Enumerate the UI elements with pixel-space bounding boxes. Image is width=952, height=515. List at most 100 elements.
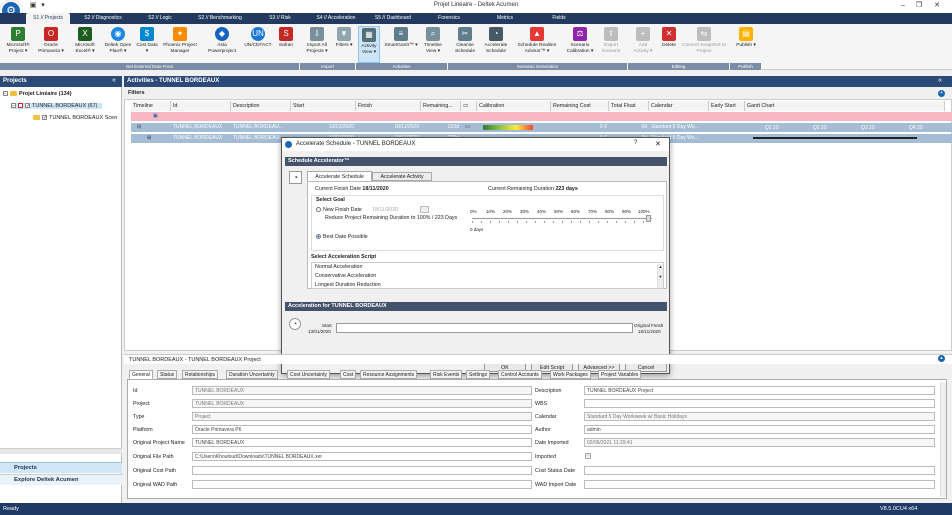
calendar-select[interactable]: Standard 5 Day Workweek w/ Basic Holiday… xyxy=(584,412,935,421)
checkbox-icon[interactable]: ✓ xyxy=(42,115,47,121)
new-finish-input[interactable]: 18/11/2020 xyxy=(372,207,398,213)
radio-selected-icon[interactable] xyxy=(316,234,321,240)
gantt-summary-bar[interactable] xyxy=(753,137,917,139)
publish-button[interactable]: ▤ Publish ▾ xyxy=(734,26,758,63)
wbs-field[interactable] xyxy=(584,399,935,408)
original-project-name-field[interactable]: TUNNEL BORDEAUX xyxy=(192,438,532,447)
open-plan-button[interactable]: ◉ Deltek Open Plan® ▾ xyxy=(102,26,134,63)
add-activity-button[interactable]: + Add Activity ▾ xyxy=(632,26,654,63)
original-file-path-field[interactable]: C:\Users\Khouloud\Downloads\TUNNEL BORDE… xyxy=(192,452,532,461)
col-gantt-chart[interactable]: Gantt Chart xyxy=(745,101,945,111)
tab-status[interactable]: Status xyxy=(157,370,178,379)
convert-snapshot-button[interactable]: ⇆ Convert Snapshot to Project xyxy=(682,26,726,63)
tab-accelerate-schedule[interactable]: Accelerate Schedule xyxy=(307,171,372,181)
tab-cost[interactable]: Cost xyxy=(340,370,357,379)
tab-general[interactable]: General xyxy=(129,370,153,379)
tab-metrics[interactable]: Metrics xyxy=(490,13,520,24)
tab-diagnostics[interactable]: S2 // Diagnostics xyxy=(78,13,128,24)
filters-bar[interactable]: Filters xyxy=(124,88,952,98)
author-field[interactable]: admin xyxy=(584,425,935,434)
tab-forensics[interactable]: Forensics xyxy=(432,13,466,24)
expand-icon[interactable]: − xyxy=(11,103,16,109)
cleanse-schedule-button[interactable]: ✂ Cleanse Schedule xyxy=(452,26,478,63)
tab-dashboard[interactable]: S5 // Dashboard xyxy=(368,13,418,24)
cost-status-date-field[interactable] xyxy=(584,466,935,475)
col-timeline[interactable]: Timeline xyxy=(131,101,171,111)
type-field[interactable]: Project xyxy=(192,412,532,421)
tree-item-projet-lineaire[interactable]: − Projet Linéaire (134) xyxy=(3,91,72,97)
col-remaining[interactable]: Remaining... xyxy=(421,101,461,111)
filters-button[interactable]: ▼ Filters ▾ xyxy=(334,26,354,63)
nav-projects[interactable]: Projects xyxy=(0,462,122,473)
original-cost-path-field[interactable] xyxy=(192,466,532,475)
scenario-calibration-button[interactable]: ⚖ Scenario Calibration ▾ xyxy=(563,26,597,63)
expand-icon[interactable]: ⊟ xyxy=(135,123,141,132)
tab-fields[interactable]: Fields xyxy=(547,13,571,24)
cost-data-button[interactable]: $ Cost Data ▾ xyxy=(136,26,158,63)
export-scenario-button[interactable]: ⇪ Export Scenario xyxy=(598,26,624,63)
radio-icon[interactable] xyxy=(316,207,321,213)
id-field[interactable]: TUNNEL BORDEAUX xyxy=(192,386,532,395)
details-scrollbar[interactable] xyxy=(940,382,946,497)
filter-row[interactable]: ▣ xyxy=(131,112,952,121)
imported-checkbox[interactable]: ✓ xyxy=(585,453,591,459)
smartgantt-button[interactable]: ≡ SmartGantt™ ▾ xyxy=(383,26,419,63)
tab-acceleration[interactable]: S4 // Acceleration xyxy=(308,13,364,24)
col-total-float[interactable]: Total Float xyxy=(609,101,649,111)
project-field[interactable]: TUNNEL BORDEAUX xyxy=(192,399,532,408)
list-item[interactable]: Longest Duration Reduction xyxy=(315,282,381,288)
dialog-close-button[interactable]: ✕ xyxy=(655,140,661,148)
col-early-start[interactable]: Early Start xyxy=(709,101,745,111)
oracle-primavera-button[interactable]: O Oracle Primavera ▾ xyxy=(36,26,66,63)
tab-settings[interactable]: Settings xyxy=(466,370,491,379)
description-field[interactable]: TUNNEL BORDEAUX Project xyxy=(584,386,935,395)
col-id[interactable]: Id xyxy=(171,101,231,111)
tree-item-tunnel-bordeaux[interactable]: − ✓ TUNNEL BORDEAUX (67) xyxy=(11,103,102,109)
script-list[interactable]: Normal Acceleration Conservative Acceler… xyxy=(311,262,664,289)
tab-control-accounts[interactable]: Control Accounts xyxy=(498,370,542,379)
tree-item-tunnel-bordeaux-scenario[interactable]: ✓ TUNNEL BORDEAUX Scen xyxy=(33,115,117,121)
restore-icon[interactable]: ❐ xyxy=(912,1,926,11)
quick-access-dropdown-icon[interactable]: ▾ xyxy=(36,1,50,11)
phoenix-button[interactable]: ✦ Phoenix Project Manager xyxy=(160,26,200,63)
tab-cost-uncertainty[interactable]: Cost Uncertainty xyxy=(287,370,330,379)
tab-risk[interactable]: S3 // Risk xyxy=(262,13,298,24)
uncefact-button[interactable]: UN UN/CEFACT xyxy=(243,26,273,63)
tab-projects[interactable]: S1 // Projects xyxy=(26,13,70,24)
col-description[interactable]: Description xyxy=(231,101,291,111)
tab-accelerate-activity[interactable]: Accelerate Activity xyxy=(372,172,432,181)
tab-risk-events[interactable]: Risk Events xyxy=(430,370,463,379)
expand-icon[interactable]: ⊞ xyxy=(145,134,151,143)
help-button[interactable]: ? xyxy=(634,140,637,146)
col-calibration[interactable]: Calibration xyxy=(477,101,551,111)
list-item[interactable]: Conservative Acceleration xyxy=(315,273,376,279)
ms-project-button[interactable]: P Microsoft® Project ▾ xyxy=(3,26,33,63)
nav-explore-deltek-acumen[interactable]: Explore Deltek Acumen xyxy=(0,474,122,485)
checkbox-icon[interactable]: ✓ xyxy=(25,103,30,109)
tab-resource-assignments[interactable]: Resource Assignments xyxy=(360,370,418,379)
list-item[interactable]: Normal Acceleration xyxy=(315,264,362,270)
timeline-view-button[interactable]: ⌕ Timeline View ▾ xyxy=(421,26,445,63)
tab-duration-uncertainty[interactable]: Duration Uncertainty xyxy=(226,370,278,379)
horizontal-scrollbar[interactable] xyxy=(0,448,122,454)
asta-button[interactable]: ◆ Asta Powerproject xyxy=(204,26,240,63)
close-window-icon[interactable]: ✕ xyxy=(930,1,944,11)
best-date-radio[interactable]: Best Date Possible xyxy=(316,234,368,240)
activity-view-button[interactable]: ▦ Activity View ▾ xyxy=(358,26,380,63)
platform-field[interactable]: Oracle Primavera P6 xyxy=(192,425,532,434)
date-imported-field[interactable]: 02/06/2021 11:29:41 xyxy=(584,438,935,447)
tab-work-packages[interactable]: Work Packages xyxy=(550,370,591,379)
tab-project-variables[interactable]: Project Variables xyxy=(598,370,642,379)
reduction-slider[interactable]: 0% 10% 20% 30% 40% 50% 60% 70% 80% 90% 1… xyxy=(470,209,660,239)
import-all-button[interactable]: ⇩ Import All Projects ▾ xyxy=(302,26,332,63)
col-start[interactable]: Start xyxy=(291,101,356,111)
collapse-activities-icon[interactable]: « xyxy=(938,77,942,84)
minimize-icon[interactable]: – xyxy=(896,1,910,11)
col-monitor[interactable]: ▭ xyxy=(461,101,477,111)
tab-benchmarking[interactable]: S2 // Benchmarking xyxy=(190,13,250,24)
tab-logic[interactable]: S2 // Logic xyxy=(138,13,182,24)
calendar-picker-icon[interactable] xyxy=(420,206,429,213)
accelerate-schedule-button[interactable]: ◔ Accelerate Schedule xyxy=(481,26,511,63)
details-toggle-icon[interactable]: ▴ xyxy=(938,355,945,362)
excel-button[interactable]: X Microsoft Excel® ▾ xyxy=(70,26,100,63)
